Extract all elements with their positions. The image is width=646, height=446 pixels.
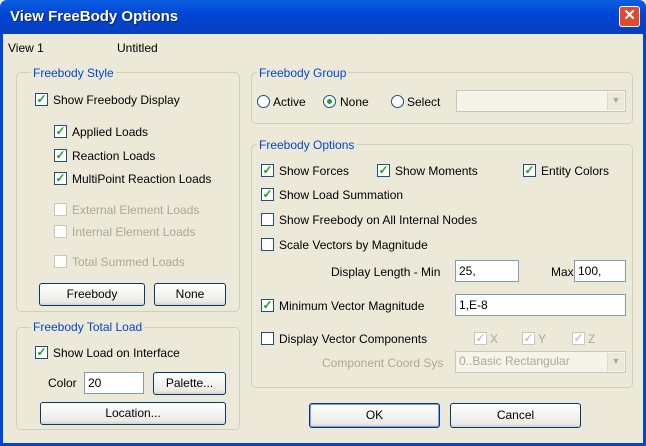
show-forces-checkbox[interactable]: ✓ <box>261 164 274 177</box>
window-title: View FreeBody Options <box>10 8 179 25</box>
show-freebody-on-all-internal-nodes-label: Show Freebody on All Internal Nodes <box>279 213 478 227</box>
reaction-loads-checkbox[interactable]: ✓ <box>54 149 67 162</box>
reaction-loads-label: Reaction Loads <box>72 149 156 163</box>
chevron-down-icon[interactable]: ▼ <box>607 353 624 371</box>
external-element-loads-label: External Element Loads <box>72 203 200 217</box>
multipoint-reaction-loads-checkbox[interactable]: ✓ <box>54 172 67 185</box>
show-load-on-interface-label: Show Load on Interface <box>53 346 180 360</box>
show-moments-label: Show Moments <box>395 164 478 178</box>
minimum-vector-magnitude-input[interactable]: 1,E-8 <box>455 294 626 316</box>
z-component-checkbox[interactable]: ✓ <box>572 332 585 345</box>
component-coord-sys-dropdown[interactable]: 0..Basic Rectangular ▼ <box>455 351 626 373</box>
cancel-button[interactable]: Cancel <box>450 403 581 428</box>
applied-loads-checkbox[interactable]: ✓ <box>54 125 67 138</box>
multipoint-reaction-loads-label: MultiPoint Reaction Loads <box>72 172 212 186</box>
chevron-down-icon[interactable]: ▼ <box>607 92 624 110</box>
applied-loads-label: Applied Loads <box>72 125 149 139</box>
freebody-options-legend: Freebody Options <box>257 138 357 152</box>
z-component-label: Z <box>588 332 596 346</box>
external-element-loads-checkbox[interactable] <box>54 203 67 216</box>
entity-colors-checkbox[interactable]: ✓ <box>523 164 536 177</box>
y-component-label: Y <box>538 332 547 346</box>
show-freebody-display-checkbox[interactable]: ✓ <box>35 93 48 106</box>
display-vector-components-label: Display Vector Components <box>279 332 428 346</box>
select-radio[interactable] <box>391 95 404 108</box>
display-vector-components-checkbox[interactable] <box>261 332 274 345</box>
scale-vectors-label: Scale Vectors by Magnitude <box>279 238 428 252</box>
x-component-checkbox[interactable]: ✓ <box>474 332 487 345</box>
display-length-min-input[interactable]: 25, <box>455 260 519 282</box>
freebody-button[interactable]: Freebody <box>39 283 145 306</box>
total-summed-loads-checkbox[interactable] <box>54 255 67 268</box>
title-bar[interactable]: View FreeBody Options ✕ <box>0 0 646 34</box>
palette-button[interactable]: Palette... <box>153 372 226 395</box>
y-component-checkbox[interactable]: ✓ <box>522 332 535 345</box>
none-button[interactable]: None <box>154 283 226 306</box>
show-load-summation-checkbox[interactable]: ✓ <box>261 188 274 201</box>
component-coord-sys-label: Component Coord Sys <box>322 356 444 370</box>
max-label: Max <box>551 265 574 279</box>
entity-colors-label: Entity Colors <box>541 164 610 178</box>
internal-element-loads-checkbox[interactable] <box>54 225 67 238</box>
palette-button-label: Palette... <box>165 376 214 390</box>
color-label: Color <box>48 376 77 390</box>
none-radio[interactable] <box>323 95 336 108</box>
ok-button[interactable]: OK <box>309 403 440 428</box>
close-icon[interactable]: ✕ <box>619 6 640 27</box>
show-freebody-display-label: Show Freebody Display <box>53 93 180 107</box>
show-load-summation-label: Show Load Summation <box>279 188 404 202</box>
total-summed-loads-label: Total Summed Loads <box>72 255 185 269</box>
view-name: Untitled <box>117 41 158 55</box>
color-input[interactable]: 20 <box>84 372 144 394</box>
show-forces-label: Show Forces <box>279 164 350 178</box>
x-component-label: X <box>490 332 499 346</box>
show-moments-checkbox[interactable]: ✓ <box>377 164 390 177</box>
freebody-group-legend: Freebody Group <box>257 66 349 80</box>
freebody-total-load-legend: Freebody Total Load <box>31 320 145 334</box>
show-load-on-interface-checkbox[interactable]: ✓ <box>35 346 48 359</box>
display-length-min-label: Display Length - Min <box>331 265 441 279</box>
minimum-vector-magnitude-checkbox[interactable]: ✓ <box>261 299 274 312</box>
minimum-vector-magnitude-label: Minimum Vector Magnitude <box>279 299 425 313</box>
active-radio-label: Active <box>273 95 306 109</box>
select-radio-label: Select <box>407 95 441 109</box>
max-input[interactable]: 100, <box>574 260 626 282</box>
active-radio[interactable] <box>257 95 270 108</box>
location-button[interactable]: Location... <box>40 402 226 425</box>
component-coord-sys-value: 0..Basic Rectangular <box>459 354 570 368</box>
scale-vectors-checkbox[interactable] <box>261 238 274 251</box>
freebody-style-group <box>16 72 240 312</box>
show-freebody-on-all-internal-nodes-checkbox[interactable] <box>261 213 274 226</box>
freebody-style-legend: Freebody Style <box>31 66 116 80</box>
internal-element-loads-label: Internal Element Loads <box>72 225 196 239</box>
none-radio-label: None <box>340 95 369 109</box>
group-select-dropdown[interactable]: ▼ <box>456 90 626 112</box>
view-label: View 1 <box>8 41 44 55</box>
